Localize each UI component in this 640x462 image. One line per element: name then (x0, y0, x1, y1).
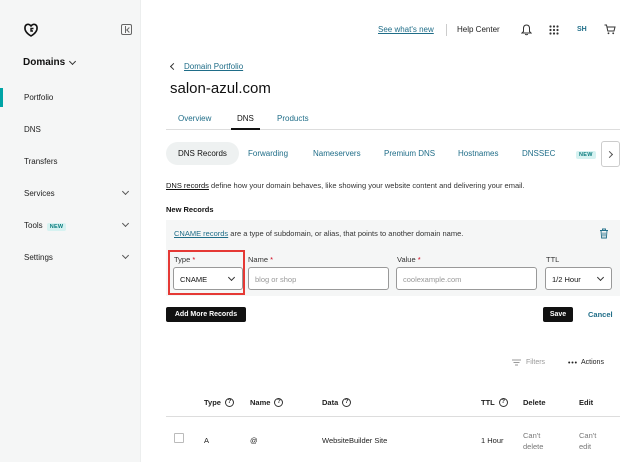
save-button[interactable]: Save (543, 307, 573, 322)
filter-icon (512, 359, 521, 366)
actions-label: Actions (581, 359, 604, 366)
cname-note: CNAME records are a type of subdomain, o… (174, 229, 463, 238)
required-mark: * (270, 255, 274, 264)
add-more-records-button[interactable]: Add More Records (166, 307, 246, 322)
column-header-label: Type (204, 398, 221, 407)
column-header-data[interactable]: Data? (322, 398, 352, 407)
help-icon[interactable]: ? (498, 398, 508, 407)
new-records-heading: New Records (166, 205, 214, 214)
value-label-text: Value (397, 255, 416, 264)
cell-delete-line: Can't (523, 431, 541, 440)
type-field-highlight (168, 250, 245, 295)
column-header-delete: Delete (523, 398, 546, 407)
sidebar-item-dns[interactable]: DNS (24, 125, 41, 134)
column-header-name[interactable]: Name? (250, 398, 284, 407)
ttl-select-value: 1/2 Hour (552, 275, 581, 284)
cell-ttl: 1 Hour (481, 436, 504, 445)
new-badge: NEW (46, 223, 67, 231)
domains-menu-label: Domains (23, 57, 66, 68)
subtab-new[interactable]: NEW (576, 149, 596, 159)
page-title: salon-azul.com (170, 80, 271, 97)
subtab-dnssec[interactable]: DNSSEC (522, 149, 555, 158)
help-center-link[interactable]: Help Center (457, 25, 500, 34)
cart-icon[interactable] (604, 24, 616, 35)
sidebar-item-label: Tools (24, 221, 43, 230)
sidebar-item-portfolio[interactable]: Portfolio (0, 88, 53, 107)
chevron-down-icon (69, 57, 77, 65)
dns-description: DNS records define how your domain behav… (166, 181, 525, 190)
required-mark: * (417, 255, 421, 264)
more-dots-icon (568, 361, 577, 364)
subtab-forwarding[interactable]: Forwarding (248, 149, 288, 158)
chevron-down-icon (596, 273, 605, 282)
subtab-dns-records[interactable]: DNS Records (166, 142, 239, 165)
subtab-nameservers[interactable]: Nameservers (313, 149, 361, 158)
cell-edit: Can't edit (579, 430, 596, 452)
subtabs-next-button[interactable] (601, 141, 620, 167)
sidebar: Domains Portfolio DNS Transfers Services… (0, 0, 141, 462)
column-header-edit: Edit (579, 398, 594, 407)
cname-note-text: are a type of subdomain, or alias, that … (228, 229, 464, 238)
name-input[interactable]: blog or shop (248, 267, 389, 290)
cancel-button[interactable]: Cancel (588, 310, 613, 319)
chevron-down-icon (121, 219, 130, 228)
actions-button[interactable]: Actions (568, 359, 604, 366)
ttl-select[interactable]: 1/2 Hour (545, 267, 612, 290)
breadcrumb[interactable]: Domain Portfolio (169, 62, 243, 71)
dns-subtabs: DNS Records Forwarding Nameservers Premi… (166, 142, 620, 166)
cell-edit-line: edit (579, 442, 592, 451)
chevron-down-icon (121, 251, 130, 260)
see-whats-new-link[interactable]: See what's new (378, 25, 434, 34)
filters-button[interactable]: Filters (512, 359, 545, 366)
cell-delete: Can't delete (523, 430, 543, 452)
column-header-label: TTL (481, 398, 495, 407)
avatar[interactable]: SH (577, 26, 587, 33)
dns-description-text: define how your domain behaves, like sho… (208, 181, 525, 190)
ttl-label: TTL (546, 255, 560, 264)
name-label: Name * (248, 255, 273, 264)
apps-grid-icon[interactable] (549, 25, 559, 35)
help-icon[interactable]: ? (342, 398, 352, 407)
sidebar-item-tools[interactable]: Tools NEW (24, 221, 67, 231)
sidebar-item-settings[interactable]: Settings (24, 253, 53, 262)
name-label-text: Name (248, 255, 269, 264)
value-label: Value * (397, 255, 421, 264)
chevron-left-icon (169, 62, 178, 71)
cname-records-link[interactable]: CNAME records (174, 229, 228, 238)
subtab-premium-dns[interactable]: Premium DNS (384, 149, 435, 158)
divider (166, 416, 620, 417)
column-header-label: Data (322, 398, 339, 407)
divider (446, 24, 447, 36)
tab-products[interactable]: Products (277, 114, 309, 123)
breadcrumb-link[interactable]: Domain Portfolio (184, 62, 243, 71)
bell-icon[interactable] (521, 24, 532, 36)
value-input[interactable]: coolexample.com (396, 267, 537, 290)
tab-overview[interactable]: Overview (178, 114, 211, 123)
cell-data: WebsiteBuilder Site (322, 436, 388, 445)
row-checkbox[interactable] (174, 433, 184, 443)
help-icon[interactable]: ? (274, 398, 284, 407)
trash-icon[interactable] (599, 228, 609, 239)
domains-menu[interactable]: Domains (23, 57, 77, 68)
cell-edit-line: Can't (579, 431, 597, 440)
column-header-type[interactable]: Type? (204, 398, 234, 407)
subtab-hostnames[interactable]: Hostnames (458, 149, 498, 158)
sidebar-item-transfers[interactable]: Transfers (24, 157, 58, 166)
column-header-ttl[interactable]: TTL? (481, 398, 508, 407)
main-tabs: Overview DNS Products (166, 110, 620, 130)
new-badge: NEW (576, 151, 596, 159)
cell-name: @ (250, 436, 258, 445)
sidebar-item-services[interactable]: Services (24, 189, 55, 198)
tab-dns[interactable]: DNS (231, 114, 260, 130)
column-header-label: Name (250, 398, 271, 407)
help-icon[interactable]: ? (224, 398, 234, 407)
cell-delete-line: delete (523, 442, 544, 451)
chevron-down-icon (121, 187, 130, 196)
godaddy-logo-icon[interactable] (23, 22, 39, 38)
dns-records-link[interactable]: DNS records (166, 181, 209, 190)
cell-type: A (204, 436, 210, 445)
collapse-sidebar-icon[interactable] (121, 24, 132, 35)
filters-label: Filters (526, 359, 546, 366)
